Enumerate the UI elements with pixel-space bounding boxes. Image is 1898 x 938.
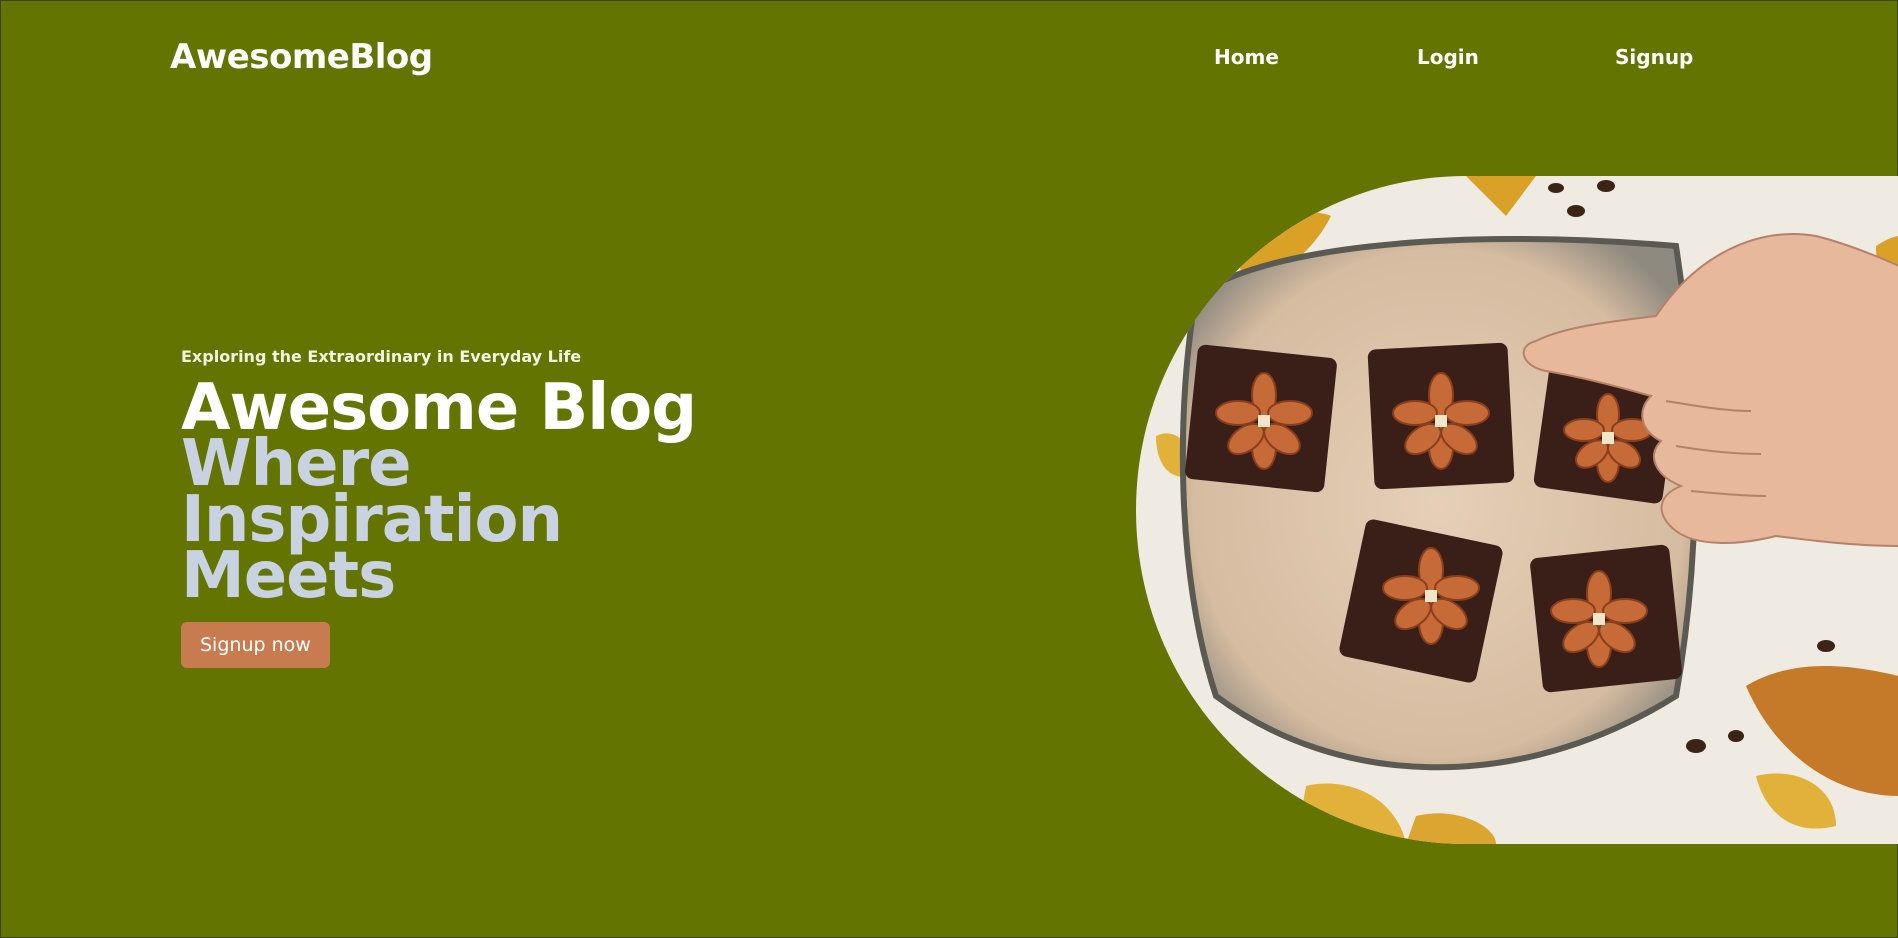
hero-subheadline: Where Inspiration Meets: [181, 432, 601, 608]
hero-section: Exploring the Extraordinary in Everyday …: [181, 347, 881, 668]
brand-logo[interactable]: AwesomeBlog: [170, 37, 433, 77]
hero-image: [1136, 176, 1898, 844]
nav-login-link[interactable]: Login: [1417, 45, 1479, 69]
nav-home-link[interactable]: Home: [1214, 45, 1279, 69]
navbar: AwesomeBlog Home Login Signup: [1, 1, 1898, 116]
hero-tagline: Exploring the Extraordinary in Everyday …: [181, 347, 582, 366]
nav-signup-link[interactable]: Signup: [1615, 45, 1693, 69]
signup-now-button[interactable]: Signup now: [181, 622, 330, 668]
brownies-photo: [1136, 176, 1898, 844]
